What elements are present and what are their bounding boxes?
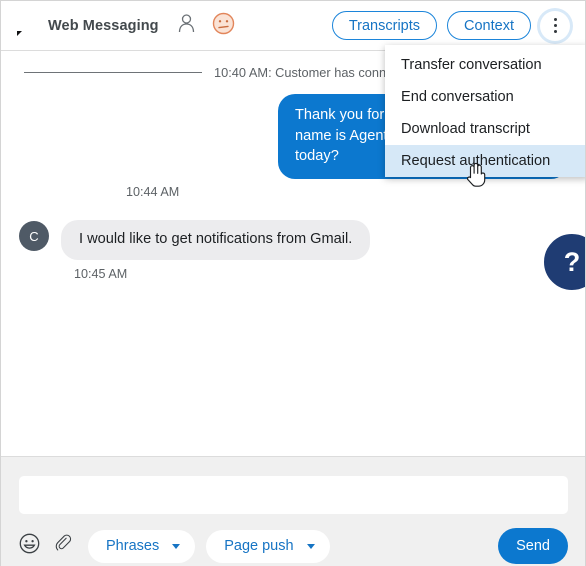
divider [24, 72, 202, 73]
phrases-label: Phrases [106, 538, 160, 554]
message-composer: Phrases Page push Send [1, 456, 585, 566]
phrases-dropdown[interactable]: Phrases [88, 529, 196, 563]
menu-item-download-transcript[interactable]: Download transcript [385, 113, 585, 145]
chat-bubble-icon [14, 17, 36, 36]
neutral-face-icon[interactable] [212, 12, 235, 40]
menu-item-request-authentication[interactable]: Request authentication [385, 145, 585, 177]
message-input[interactable] [19, 476, 568, 514]
panel-header: Web Messaging Transcripts Context [1, 1, 585, 51]
chevron-down-icon [306, 543, 315, 549]
page-title: Web Messaging [48, 17, 159, 34]
page-push-dropdown[interactable]: Page push [206, 529, 330, 563]
web-messaging-panel: Web Messaging Transcripts Context 10:40 … [0, 0, 586, 566]
menu-item-end-conversation[interactable]: End conversation [385, 81, 585, 113]
menu-item-transfer-conversation[interactable]: Transfer conversation [385, 49, 585, 81]
message-timestamp: 10:44 AM [126, 185, 180, 200]
page-push-label: Page push [224, 538, 294, 554]
smiley-face-icon[interactable] [19, 533, 40, 559]
inbound-message: C I would like to get notifications from… [19, 220, 568, 260]
context-button[interactable]: Context [447, 11, 531, 40]
avatar: C [19, 221, 49, 252]
chevron-down-icon [172, 543, 181, 549]
transcripts-button[interactable]: Transcripts [331, 11, 438, 40]
composer-toolbar: Phrases Page push Send [19, 528, 568, 564]
message-timestamp: 10:45 AM [74, 266, 128, 281]
more-vertical-icon[interactable] [540, 10, 570, 41]
paperclip-icon[interactable] [54, 533, 73, 559]
more-options-menu: Transfer conversation End conversation D… [385, 45, 585, 177]
person-outline-icon[interactable] [178, 13, 195, 38]
message-bubble-inbound: I would like to get notifications from G… [61, 220, 371, 260]
send-button[interactable]: Send [498, 528, 568, 564]
